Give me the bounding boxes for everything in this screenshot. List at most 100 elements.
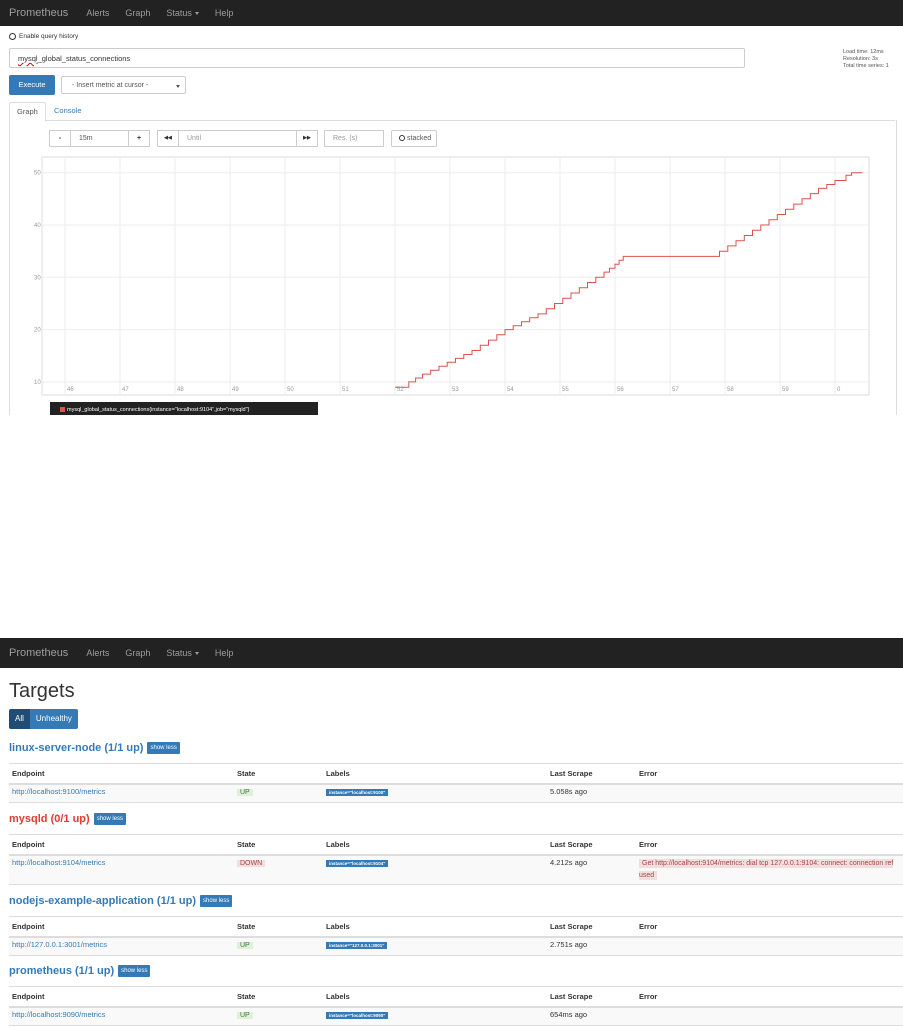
resolution: Resolution: 3s [843,56,878,62]
col-last-scrape: Last Scrape [547,916,636,938]
col-endpoint: Endpoint [9,763,234,785]
table-row: http://localhost:9100/metrics UP instanc… [9,784,903,803]
tab-console[interactable]: Console [47,102,89,120]
range-decrease-button[interactable]: - [49,130,71,147]
endpoint-link[interactable]: http://localhost:9090/metrics [9,1007,234,1026]
graph-chart: 1020304050 46 47 48 49 50 51 52 53 54 55 56 57 58 59 0 [34,156,870,396]
y-tick-label: 10 [34,380,41,386]
enable-history-label: Enable query history [19,33,79,40]
tab-graph[interactable]: Graph [9,102,46,122]
expression-input[interactable]: mysql_global_status_connections [9,48,745,68]
col-last-scrape: Last Scrape [547,834,636,856]
filter-unhealthy-button[interactable]: Unhealthy [29,709,78,729]
targets-table-nodejs-example-application: Endpoint State Labels Last Scrape Error … [9,916,903,956]
targets-table-prometheus: Endpoint State Labels Last Scrape Error … [9,986,903,1026]
nav-status[interactable]: Status [166,648,199,658]
x-tick-label: 55 [562,387,569,393]
resolution-input[interactable]: Res. (s) [324,130,384,147]
last-scrape: 2.751s ago [547,937,636,956]
col-error: Error [636,834,903,856]
x-tick-label: 54 [507,387,514,393]
chevron-down-icon [176,85,180,88]
stacked-toggle[interactable]: stacked [391,130,437,147]
show-less-button[interactable]: show less [200,895,233,907]
nav-graph[interactable]: Graph [125,8,150,18]
endpoint-link[interactable]: http://127.0.0.1:3001/metrics [9,937,234,956]
checkbox-icon[interactable] [9,33,16,40]
col-labels: Labels [323,834,547,856]
col-error: Error [636,763,903,785]
stacked-label: stacked [407,135,432,142]
y-tick-label: 40 [34,223,41,229]
brand-link[interactable]: Prometheus [9,647,68,659]
targets-table-mysqld: Endpoint State Labels Last Scrape Error … [9,834,903,885]
insert-metric-label: - Insert metric at cursor - [72,82,149,89]
nav-status-label: Status [166,648,192,658]
nav-status[interactable]: Status [166,8,199,18]
x-tick-label: 48 [177,387,184,393]
filter-all-button[interactable]: All [9,709,30,729]
nav-help[interactable]: Help [215,648,234,658]
last-scrape: 5.058s ago [547,784,636,803]
targets-table-linux-server-node: Endpoint State Labels Last Scrape Error … [9,763,903,803]
x-tick-label: 49 [232,387,239,393]
job-title[interactable]: nodejs-example-application (1/1 up) [9,895,196,907]
show-less-button[interactable]: show less [93,813,127,825]
insert-metric-select[interactable]: - Insert metric at cursor - [61,76,186,94]
col-state: State [234,763,323,785]
col-endpoint: Endpoint [9,986,234,1008]
col-endpoint: Endpoint [9,916,234,938]
x-tick-label: 50 [287,387,294,393]
expression-rest: _global_status_connections [37,54,131,63]
nav-help[interactable]: Help [215,8,234,18]
col-labels: Labels [323,986,547,1008]
label-badge: instance="localhost:9104" [326,860,389,867]
last-scrape: 4.212s ago [547,855,636,885]
total-series: Total time series: 1 [843,63,889,69]
table-row: http://127.0.0.1:3001/metrics UP instanc… [9,937,903,956]
range-input[interactable]: 15m [70,130,129,147]
x-tick-label: 58 [727,387,734,393]
show-less-button[interactable]: show less [147,742,180,754]
y-axis-labels: 10 20 30 40 50 [34,171,41,386]
job-title[interactable]: mysqld (0/1 up) [9,813,90,825]
show-less-button[interactable]: show less [118,965,151,977]
nav-alerts[interactable]: Alerts [86,648,109,658]
x-tick-label: 46 [67,387,74,393]
error-cell [636,784,903,803]
table-row: http://localhost:9104/metrics DOWN insta… [9,855,903,885]
x-tick-label: 51 [342,387,349,393]
col-last-scrape: Last Scrape [547,986,636,1008]
tab-bar: Graph Console [9,102,895,122]
col-error: Error [636,986,903,1008]
nav-alerts[interactable]: Alerts [86,8,109,18]
brand-link[interactable]: Prometheus [9,7,68,19]
range-increase-button[interactable]: + [128,130,150,147]
enable-query-history[interactable]: Enable query history [9,33,78,40]
error-cell [636,1007,903,1026]
expression-prefix: mysql [18,54,38,63]
nav-graph[interactable]: Graph [125,648,150,658]
endpoint-link[interactable]: http://localhost:9104/metrics [9,855,234,885]
time-forward-button[interactable]: ▶▶ [296,130,318,147]
job-title[interactable]: prometheus (1/1 up) [9,965,114,977]
job-title[interactable]: linux-server-node (1/1 up) [9,742,143,754]
nav-status-label: Status [166,8,192,18]
error-message: Get http://localhost:9104/metrics: dial … [639,859,894,880]
x-tick-label: 47 [122,387,129,393]
caret-down-icon [194,652,199,656]
job-header-mysqld: mysqld (0/1 up) show less [9,811,127,827]
job-header-prometheus: prometheus (1/1 up) show less [9,963,151,979]
state-badge: UP [237,789,253,796]
col-error: Error [636,916,903,938]
until-input[interactable]: Until [178,130,297,147]
load-time: Load time: 12ms [843,49,884,55]
execute-button[interactable]: Execute [9,75,55,95]
x-tick-label: 59 [782,387,789,393]
x-tick-label: 56 [617,387,624,393]
state-badge: UP [237,1012,253,1019]
chart-legend: mysql_global_status_connections{instance… [50,402,318,415]
query-stats: Load time: 12ms Resolution: 3s Total tim… [843,49,889,70]
time-back-button[interactable]: ◀◀ [157,130,179,147]
endpoint-link[interactable]: http://localhost:9100/metrics [9,784,234,803]
